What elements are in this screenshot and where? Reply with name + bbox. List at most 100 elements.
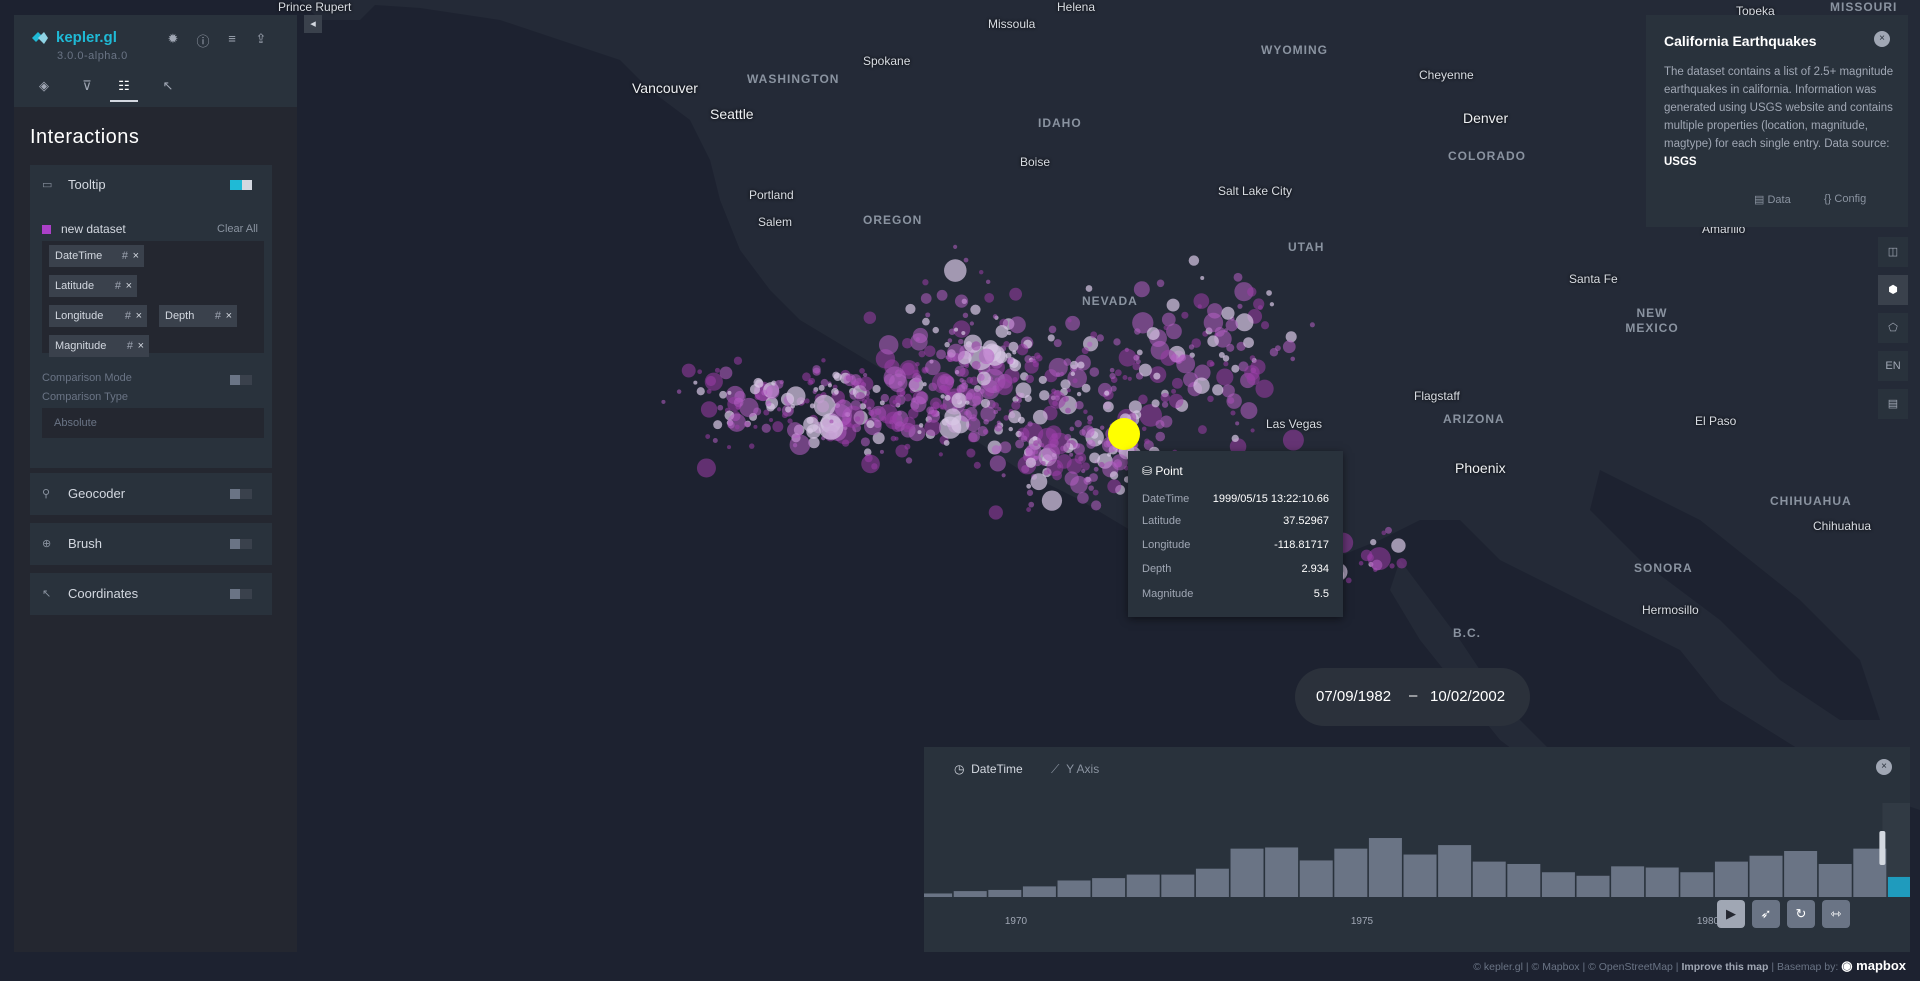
- remove-field-icon[interactable]: ×: [226, 305, 232, 327]
- data-link[interactable]: ▤ Data: [1754, 193, 1791, 206]
- legend-icon[interactable]: ▤: [1878, 389, 1908, 419]
- reset-icon[interactable]: ↻: [1787, 900, 1815, 928]
- city-label: Missoula: [988, 17, 1036, 31]
- earthquake-point: [873, 419, 882, 429]
- earthquake-point: [1066, 458, 1083, 474]
- earthquake-point: [1098, 461, 1105, 468]
- earthquake-point: [913, 369, 920, 377]
- earthquake-point: [989, 455, 1006, 472]
- earthquake-point: [1039, 390, 1050, 401]
- field-chip-depth[interactable]: Depth # ×: [159, 305, 237, 327]
- collapse-sidebar-button[interactable]: ◂: [304, 15, 322, 33]
- earthquake-point: [962, 312, 969, 319]
- split-map-icon[interactable]: ◫: [1878, 237, 1908, 267]
- earthquake-point: [999, 441, 1012, 454]
- database-icon[interactable]: ≡: [223, 31, 241, 49]
- earthquake-point: [1171, 388, 1177, 394]
- earthquake-point: [932, 401, 940, 409]
- earthquake-point: [1069, 452, 1074, 457]
- remove-field-icon[interactable]: ×: [138, 335, 144, 357]
- earthquake-point: [1089, 452, 1101, 464]
- hash-icon[interactable]: #: [127, 335, 133, 357]
- close-icon[interactable]: ×: [1874, 31, 1890, 47]
- coordinates-label[interactable]: Coordinates: [68, 586, 138, 601]
- language-button[interactable]: EN: [1878, 351, 1908, 381]
- earthquake-point: [1282, 429, 1304, 451]
- remove-field-icon[interactable]: ×: [126, 275, 132, 297]
- brush-toggle[interactable]: [230, 539, 252, 549]
- earthquake-point: [1233, 272, 1243, 282]
- close-icon[interactable]: ×: [1876, 759, 1892, 775]
- dataset-name: new dataset: [61, 222, 126, 236]
- earthquake-point: [1381, 530, 1387, 536]
- state-label: CHIHUAHUA: [1770, 494, 1852, 508]
- share-icon[interactable]: ⇪: [252, 31, 270, 49]
- earthquake-point: [1226, 343, 1235, 352]
- hash-icon[interactable]: #: [122, 245, 128, 267]
- tab-interactions[interactable]: ☷: [110, 78, 138, 102]
- field-chip-datetime[interactable]: DateTime # ×: [49, 245, 144, 267]
- earthquake-point: [1091, 500, 1102, 511]
- earthquake-point: [944, 394, 951, 401]
- remove-field-icon[interactable]: ×: [136, 305, 142, 327]
- y-axis-selector[interactable]: ⟋ Y Axis: [1051, 762, 1099, 777]
- brush-label[interactable]: Brush: [68, 536, 102, 551]
- brush-config-group: ⊕ Brush: [30, 523, 272, 565]
- draw-icon[interactable]: ⬠: [1878, 313, 1908, 343]
- hash-icon[interactable]: #: [115, 275, 121, 297]
- config-link[interactable]: {} Config: [1824, 193, 1866, 205]
- earthquake-point: [942, 385, 950, 394]
- field-chip-latitude[interactable]: Latitude # ×: [49, 275, 137, 297]
- coordinates-toggle[interactable]: [230, 589, 252, 599]
- datetime-field-selector[interactable]: ◷ DateTime: [954, 762, 1023, 776]
- remove-field-icon[interactable]: ×: [133, 245, 139, 267]
- play-icon[interactable]: ▶: [1717, 900, 1745, 928]
- earthquake-point: [970, 304, 981, 315]
- field-chip-magnitude[interactable]: Magnitude # ×: [49, 335, 149, 357]
- earthquake-point: [755, 379, 764, 388]
- histogram-bar: [1472, 861, 1506, 897]
- earthquake-point: [735, 404, 741, 410]
- comparison-mode-toggle[interactable]: [230, 375, 252, 385]
- window-icon[interactable]: ⇿: [1822, 900, 1850, 928]
- info-icon[interactable]: ⓘ: [194, 31, 212, 49]
- city-label: Flagstaff: [1414, 389, 1460, 403]
- tooltip-label[interactable]: Tooltip: [68, 177, 106, 192]
- city-label: Phoenix: [1455, 460, 1506, 476]
- earthquake-point: [925, 312, 931, 318]
- earthquake-point: [995, 325, 1009, 338]
- improve-map-link[interactable]: Improve this map: [1681, 961, 1768, 973]
- earthquake-point: [1025, 374, 1035, 384]
- tooltip-toggle[interactable]: [230, 180, 252, 190]
- earthquake-point: [1138, 363, 1152, 377]
- hash-icon[interactable]: #: [215, 305, 221, 327]
- earthquake-point: [727, 390, 732, 395]
- tab-filters[interactable]: ⊽: [73, 78, 101, 102]
- earthquake-point: [1016, 343, 1029, 356]
- city-label: Salt Lake City: [1218, 184, 1293, 198]
- earthquake-point: [944, 408, 962, 426]
- histogram-bar: [1611, 866, 1645, 897]
- earthquake-point: [1099, 425, 1105, 430]
- earthquake-point: [1069, 426, 1075, 432]
- mapbox-logo[interactable]: ◉ mapbox: [1841, 958, 1906, 973]
- geocoder-label[interactable]: Geocoder: [68, 486, 125, 501]
- bug-icon[interactable]: ✹: [164, 31, 182, 49]
- earthquake-point: [1025, 445, 1036, 456]
- earthquake-point: [1066, 388, 1071, 393]
- comparison-type-select[interactable]: Absolute: [42, 408, 264, 438]
- 3d-view-icon[interactable]: ⬢: [1878, 275, 1908, 305]
- histogram-bar: [988, 889, 1022, 897]
- histogram-bar: [1818, 863, 1852, 897]
- speed-icon[interactable]: ➶: [1752, 900, 1780, 928]
- hash-icon[interactable]: #: [125, 305, 131, 327]
- tab-base-map[interactable]: ↖: [154, 78, 182, 102]
- geocoder-toggle[interactable]: [230, 489, 252, 499]
- earthquake-point: [734, 424, 740, 430]
- tab-layers[interactable]: ◈: [30, 78, 58, 102]
- earthquake-point: [1223, 361, 1229, 367]
- source-link[interactable]: USGS: [1664, 156, 1697, 168]
- clear-all-button[interactable]: Clear All: [217, 223, 258, 235]
- earthquake-point: [714, 367, 720, 373]
- field-chip-longitude[interactable]: Longitude # ×: [49, 305, 147, 327]
